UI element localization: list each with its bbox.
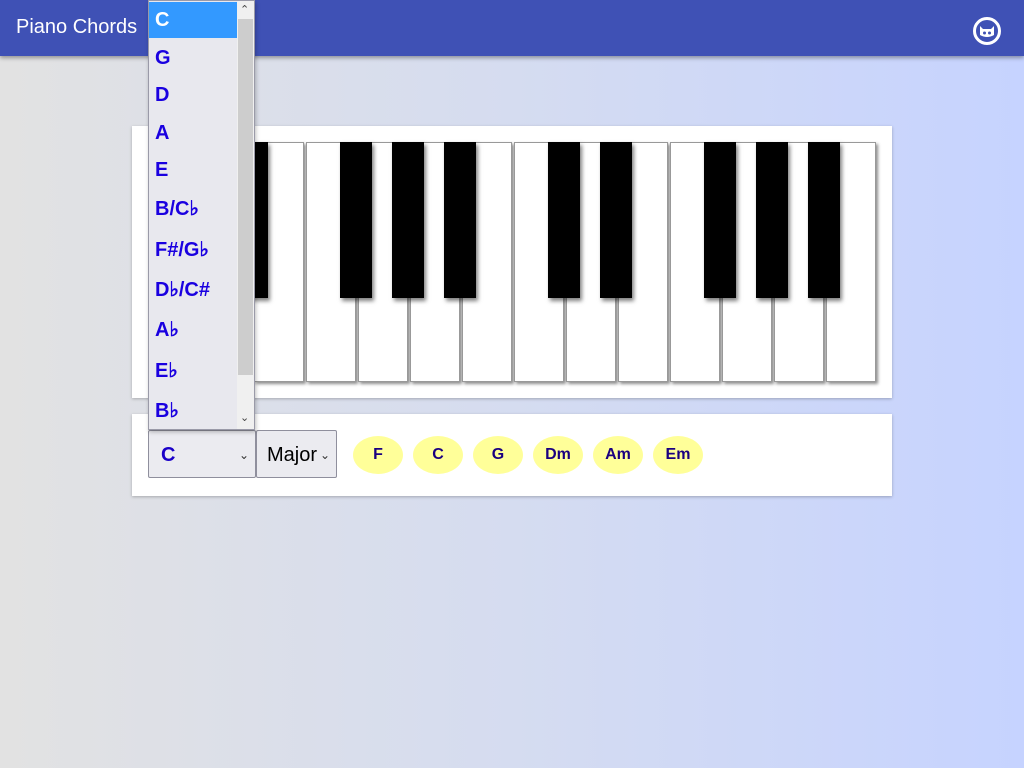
- app-title: Piano Chords: [16, 16, 138, 38]
- dropdown-scrollbar[interactable]: ⌃ ⌄: [237, 1, 254, 429]
- chord-button[interactable]: Am: [593, 436, 643, 474]
- dropdown-option[interactable]: B♭: [149, 393, 237, 429]
- black-key[interactable]: [548, 142, 580, 298]
- dropdown-option[interactable]: E: [149, 152, 237, 188]
- chord-button[interactable]: F: [353, 436, 403, 474]
- dropdown-option[interactable]: B/C♭: [149, 191, 237, 227]
- dropdown-option[interactable]: A: [149, 115, 237, 151]
- black-key[interactable]: [392, 142, 424, 298]
- root-note-value: C: [161, 444, 176, 466]
- black-key[interactable]: [444, 142, 476, 298]
- chord-button[interactable]: C: [413, 436, 463, 474]
- black-key[interactable]: [808, 142, 840, 298]
- scroll-down-icon[interactable]: ⌄: [240, 411, 249, 424]
- black-key[interactable]: [340, 142, 372, 298]
- black-key[interactable]: [600, 142, 632, 298]
- chord-button[interactable]: G: [473, 436, 523, 474]
- chord-quality-select[interactable]: Major ⌄: [256, 430, 337, 478]
- dropdown-option[interactable]: C: [149, 2, 237, 38]
- github-icon[interactable]: [973, 17, 1001, 45]
- chord-button[interactable]: Dm: [533, 436, 583, 474]
- root-note-dropdown[interactable]: C G D A E B/C♭ F#/G♭ D♭/C# A♭ E♭ B♭ ⌃ ⌄: [148, 0, 255, 430]
- chevron-down-icon: ⌄: [238, 448, 249, 462]
- scrollbar-thumb[interactable]: [238, 19, 253, 375]
- black-key[interactable]: [704, 142, 736, 298]
- dropdown-option[interactable]: A♭: [149, 312, 237, 348]
- chord-button[interactable]: Em: [653, 436, 703, 474]
- dropdown-option[interactable]: E♭: [149, 353, 237, 389]
- chevron-down-icon: ⌄: [319, 448, 330, 462]
- dropdown-option[interactable]: G: [149, 40, 237, 76]
- dropdown-option[interactable]: F#/G♭: [149, 232, 237, 268]
- chord-quality-value: Major: [267, 444, 318, 466]
- root-note-select[interactable]: C ⌄: [148, 430, 256, 478]
- black-key[interactable]: [756, 142, 788, 298]
- scroll-up-icon[interactable]: ⌃: [240, 3, 249, 16]
- dropdown-option[interactable]: D♭/C#: [149, 272, 237, 308]
- dropdown-option[interactable]: D: [149, 77, 237, 113]
